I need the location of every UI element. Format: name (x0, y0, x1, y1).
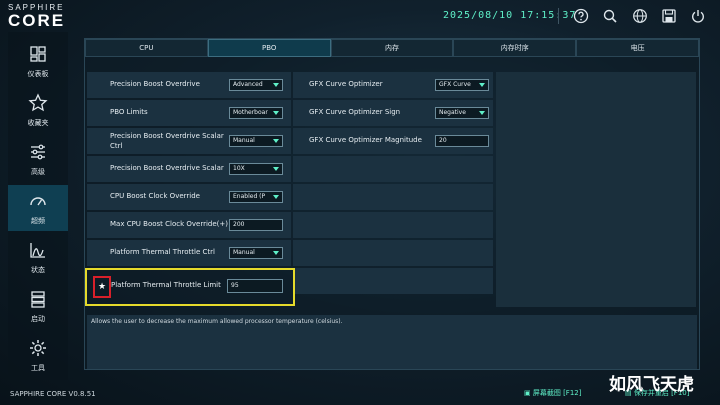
boot-icon (31, 291, 45, 308)
left-settings-column: Precision Boost Overdrive Advanced PBO L… (87, 72, 291, 268)
dropdown-caret-icon (273, 139, 279, 143)
setting-label: PBO Limits (110, 108, 148, 116)
empty-row (293, 184, 493, 210)
setting-label: GFX Curve Optimizer (309, 80, 383, 88)
pbo-scalar-ctrl-select[interactable]: Manual (229, 135, 283, 147)
setting-row: Precision Boost Overdrive Advanced (87, 72, 291, 98)
sidebar-item-label: 收藏夹 (27, 119, 49, 127)
gear-icon (30, 340, 46, 356)
tab-voltage[interactable]: 电压 (576, 39, 699, 57)
sidebar-item-label: 启动 (31, 315, 45, 323)
gfx-curve-sign-select[interactable]: Negative (435, 107, 489, 119)
search-icon[interactable] (602, 8, 618, 24)
camera-icon: ▣ (524, 389, 533, 397)
favorite-star-icon[interactable]: ★ (93, 276, 111, 298)
pbo-scalar-select[interactable]: 10X (229, 163, 283, 175)
setting-label: GFX Curve Optimizer Magnitude (309, 136, 422, 144)
setting-label: Platform Thermal Throttle Limit (111, 281, 221, 289)
sidebar-item-dashboard[interactable]: 仪表板 (8, 38, 68, 84)
tab-memory-timing[interactable]: 内存时序 (453, 39, 577, 57)
watermark: 如风飞天虎 (609, 375, 694, 395)
version-label: SAPPHIRE CORE V0.8.51 (10, 390, 96, 398)
save-icon[interactable] (661, 8, 677, 24)
brand-big: CORE (8, 11, 66, 30)
setting-label: GFX Curve Optimizer Sign (309, 108, 401, 116)
app-logo: SAPPHIRE CORE (8, 3, 88, 29)
dashboard-icon (30, 46, 46, 62)
setting-row: Max CPU Boost Clock Override(+) 200 (87, 212, 291, 238)
setting-row: GFX Curve Optimizer GFX Curve (293, 72, 493, 98)
globe-icon[interactable] (632, 8, 648, 24)
empty-row (293, 156, 493, 182)
sidebar-item-label: 高级 (31, 168, 45, 176)
setting-row: GFX Curve Optimizer Magnitude 20 (293, 128, 493, 154)
gauge-icon (30, 197, 46, 206)
star-icon (28, 93, 48, 112)
sidebar-item-status[interactable]: 状态 (8, 234, 68, 280)
sidebar-item-advanced[interactable]: 高级 (8, 136, 68, 182)
setting-row: CPU Boost Clock Override Enabled (P (87, 184, 291, 210)
description-box: Allows the user to decrease the maximum … (87, 315, 697, 369)
dropdown-caret-icon (273, 195, 279, 199)
screenshot-button[interactable]: ▣ 屏幕截图 [F12] (524, 388, 581, 398)
pbo-limits-select[interactable]: Motherboar (229, 107, 283, 119)
setting-label: Max CPU Boost Clock Override(+) (110, 220, 228, 228)
description-text: Allows the user to decrease the maximum … (91, 318, 343, 325)
setting-row: Precision Boost Overdrive Scalar 10X (87, 156, 291, 182)
sidebar: 仪表板 收藏夹 高级 超频 状态 启动 工具 (8, 32, 68, 380)
dropdown-caret-icon (273, 251, 279, 255)
datetime: 2025/08/10 17:15:37 (443, 10, 577, 21)
gfx-curve-optimizer-select[interactable]: GFX Curve (435, 79, 489, 91)
max-boost-clock-input[interactable]: 200 (229, 219, 283, 231)
sidebar-item-label: 超频 (31, 217, 45, 225)
tab-pbo[interactable]: PBO (207, 39, 331, 57)
boost-clock-override-select[interactable]: Enabled (P (229, 191, 283, 203)
setting-label: Platform Thermal Throttle Ctrl (110, 248, 215, 256)
setting-row: Platform Thermal Throttle Ctrl Manual (87, 240, 291, 266)
chart-icon (30, 243, 45, 258)
pbo-mode-select[interactable]: Advanced (229, 79, 283, 91)
sidebar-item-favorites[interactable]: 收藏夹 (8, 87, 68, 133)
setting-label: Precision Boost Overdrive Scalar Ctrl (110, 132, 224, 150)
settings-panel: CPU PBO 内存 内存时序 电压 Precision Boost Overd… (84, 38, 700, 370)
toolbar-divider (558, 8, 559, 24)
tab-memory[interactable]: 内存 (330, 39, 454, 57)
dropdown-caret-icon (273, 83, 279, 87)
setting-label: CPU Boost Clock Override (110, 192, 200, 200)
tab-bar: CPU PBO 内存 内存时序 电压 (85, 39, 699, 57)
power-icon[interactable] (690, 8, 706, 24)
empty-row (293, 212, 493, 238)
empty-row (293, 268, 493, 294)
empty-column (496, 72, 696, 307)
setting-row: PBO Limits Motherboar (87, 100, 291, 126)
thermal-throttle-limit-input[interactable]: 95 (227, 279, 283, 293)
sidebar-item-overclock[interactable]: 超频 (8, 185, 68, 231)
empty-row (293, 240, 493, 266)
gfx-curve-magnitude-input[interactable]: 20 (435, 135, 489, 147)
sidebar-item-label: 工具 (31, 364, 45, 372)
sidebar-item-boot[interactable]: 启动 (8, 283, 68, 329)
sidebar-item-label: 状态 (31, 266, 45, 274)
setting-label: Precision Boost Overdrive (110, 80, 200, 88)
sidebar-item-tools[interactable]: 工具 (8, 332, 68, 378)
right-settings-column: GFX Curve Optimizer GFX Curve GFX Curve … (293, 72, 493, 296)
setting-row: GFX Curve Optimizer Sign Negative (293, 100, 493, 126)
dropdown-caret-icon (479, 111, 485, 115)
dropdown-caret-icon (273, 111, 279, 115)
help-icon[interactable] (573, 8, 589, 24)
dropdown-caret-icon (479, 83, 485, 87)
highlighted-setting-row: ★ Platform Thermal Throttle Limit 95 (85, 268, 295, 306)
sidebar-item-label: 仪表板 (27, 70, 49, 78)
dropdown-caret-icon (273, 167, 279, 171)
setting-row: Precision Boost Overdrive Scalar Ctrl Ma… (87, 128, 291, 154)
sliders-icon (31, 144, 45, 160)
thermal-throttle-ctrl-select[interactable]: Manual (229, 247, 283, 259)
top-bar: SAPPHIRE CORE 2025/08/10 17:15:37 (0, 0, 720, 32)
tab-cpu[interactable]: CPU (85, 39, 208, 57)
setting-label: Precision Boost Overdrive Scalar (110, 164, 224, 172)
